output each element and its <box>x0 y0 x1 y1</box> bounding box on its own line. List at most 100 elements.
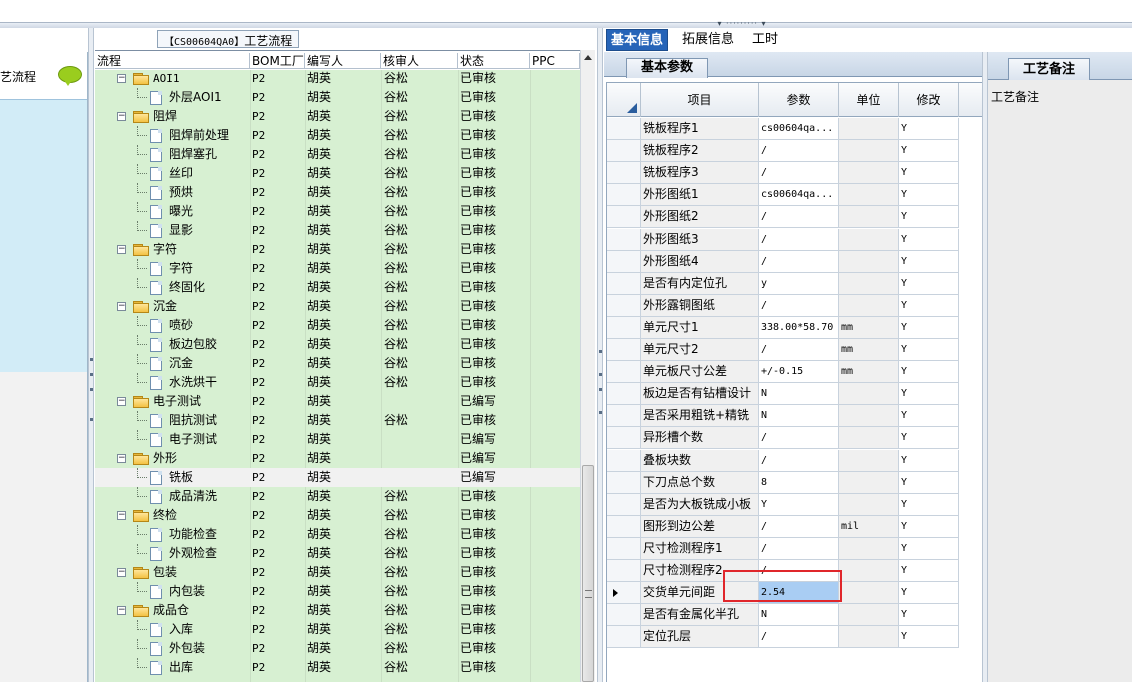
param-modify[interactable]: Y <box>899 604 959 627</box>
params-row[interactable]: 单元尺寸1 338.00*58.70 mm Y <box>607 316 983 339</box>
col-header-unit[interactable]: 单位 <box>839 83 899 117</box>
tree-row[interactable]: 曝光 P2 胡英 谷松 已审核 <box>95 202 580 221</box>
param-modify[interactable]: Y <box>899 140 959 163</box>
params-row[interactable]: 单元板尺寸公差 +/-0.15 mm Y <box>607 361 983 384</box>
col-header-reviewer[interactable]: 核审人 <box>381 53 458 69</box>
tree-vertical-scrollbar[interactable] <box>580 50 595 682</box>
tree-row[interactable]: 成品清洗 P2 胡英 谷松 已审核 <box>95 487 580 506</box>
tree-row[interactable]: 功能检查 P2 胡英 谷松 已审核 <box>95 525 580 544</box>
param-value[interactable]: / <box>759 449 839 472</box>
params-row[interactable]: 铣板程序3/ Y <box>607 162 983 185</box>
collapse-icon[interactable]: − <box>117 511 126 520</box>
col-header-bom[interactable]: BOM工厂 <box>250 53 305 69</box>
tree-row[interactable]: 水洗烘干 P2 胡英 谷松 已审核 <box>95 373 580 392</box>
params-row[interactable]: 铣板程序1 cs00604qa... Y <box>607 118 983 140</box>
params-row[interactable]: 是否为大板铣成小板 Y Y <box>607 493 983 516</box>
param-modify[interactable]: Y <box>899 162 959 185</box>
params-row[interactable]: 是否有内定位孔 y Y <box>607 272 983 295</box>
param-modify[interactable]: Y <box>899 405 959 428</box>
param-value[interactable]: / <box>759 140 839 163</box>
tree-row[interactable]: − 成品仓 P2 胡英 谷松 已审核 <box>95 601 580 620</box>
param-modify[interactable]: Y <box>899 316 959 339</box>
param-modify[interactable]: Y <box>899 626 959 649</box>
scroll-up-arrow-icon[interactable] <box>584 55 592 60</box>
params-row[interactable]: 是否有金属化半孔 N Y <box>607 604 983 627</box>
tree-row[interactable]: 喷砂 P2 胡英 谷松 已审核 <box>95 316 580 335</box>
param-modify[interactable]: Y <box>899 228 959 251</box>
param-modify[interactable]: Y <box>899 449 959 472</box>
row-indicator[interactable] <box>607 294 641 317</box>
param-value[interactable]: +/-0.15 <box>759 361 839 384</box>
middle-splitter[interactable] <box>597 28 603 682</box>
param-modify[interactable]: Y <box>899 493 959 516</box>
param-value[interactable]: 8 <box>759 471 839 494</box>
param-modify[interactable]: Y <box>899 471 959 494</box>
row-indicator[interactable] <box>607 493 641 516</box>
tree-row[interactable]: 阻焊前处理 P2 胡英 谷松 已审核 <box>95 126 580 145</box>
param-modify[interactable]: Y <box>899 272 959 295</box>
row-indicator[interactable] <box>607 316 641 339</box>
param-value[interactable]: N <box>759 604 839 627</box>
params-row[interactable]: 叠板块数 / Y <box>607 449 983 472</box>
speech-bubble-icon[interactable] <box>58 66 82 86</box>
row-indicator[interactable] <box>607 582 641 605</box>
row-indicator[interactable] <box>607 604 641 627</box>
params-row[interactable]: 外形图纸1 cs00604qa... Y <box>607 184 983 207</box>
param-modify[interactable]: Y <box>899 361 959 384</box>
row-indicator[interactable] <box>607 537 641 560</box>
scrollbar-thumb[interactable] <box>582 465 594 682</box>
tab-basic-params[interactable]: 基本参数 <box>626 58 708 78</box>
collapse-icon[interactable]: − <box>117 112 126 121</box>
param-modify[interactable]: Y <box>899 582 959 605</box>
tree-row[interactable]: 电子测试 P2 胡英 已编写 <box>95 430 580 449</box>
param-value[interactable]: / <box>759 339 839 361</box>
collapse-icon[interactable]: − <box>117 74 126 83</box>
tree-row[interactable]: 显影 P2 胡英 谷松 已审核 <box>95 221 580 240</box>
param-value[interactable]: / <box>759 294 839 317</box>
param-modify[interactable]: Y <box>899 560 959 582</box>
tree-row[interactable]: 外层AOI1 P2 胡英 谷松 已审核 <box>95 88 580 107</box>
param-modify[interactable]: Y <box>899 537 959 560</box>
col-header-item[interactable]: 项目 <box>641 83 759 117</box>
tab-work-hours[interactable]: 工时 <box>748 29 782 51</box>
param-value[interactable]: N <box>759 405 839 428</box>
param-value[interactable]: / <box>759 250 839 273</box>
param-modify[interactable]: Y <box>899 294 959 317</box>
tree-row[interactable]: − 阻焊 P2 胡英 谷松 已审核 <box>95 107 580 126</box>
params-row[interactable]: 外形图纸3/ Y <box>607 228 983 251</box>
tree-row[interactable]: 内包装 P2 胡英 谷松 已审核 <box>95 582 580 601</box>
param-modify[interactable]: Y <box>899 427 959 450</box>
tree-row[interactable]: 外观检查 P2 胡英 谷松 已审核 <box>95 544 580 563</box>
tab-basic-info[interactable]: 基本信息 <box>606 29 669 51</box>
params-row[interactable]: 异形槽个数 / Y <box>607 427 983 450</box>
collapse-icon[interactable]: − <box>117 245 126 254</box>
tab-extended-info[interactable]: 拓展信息 <box>678 29 738 51</box>
tree-row[interactable]: 阻抗测试 P2 胡英 谷松 已审核 <box>95 411 580 430</box>
param-value[interactable]: 338.00*58.70 <box>759 316 839 339</box>
params-row[interactable]: 定位孔层 / Y <box>607 626 983 649</box>
params-row[interactable]: 外形图纸4/ Y <box>607 250 983 273</box>
collapse-icon[interactable]: − <box>117 568 126 577</box>
row-indicator[interactable] <box>607 427 641 450</box>
tree-row[interactable]: 阻焊塞孔 P2 胡英 谷松 已审核 <box>95 145 580 164</box>
param-value[interactable]: N <box>759 383 839 406</box>
param-modify[interactable]: Y <box>899 118 959 140</box>
tree-row[interactable]: − 包装 P2 胡英 谷松 已审核 <box>95 563 580 582</box>
grid-corner[interactable] <box>607 83 641 117</box>
param-value[interactable]: Y <box>759 493 839 516</box>
params-row[interactable]: 板边是否有钻槽设计 N Y <box>607 383 983 406</box>
col-header-writer[interactable]: 编写人 <box>305 53 381 69</box>
row-indicator[interactable] <box>607 339 641 361</box>
left-splitter[interactable] <box>88 28 94 682</box>
row-indicator[interactable] <box>607 140 641 163</box>
params-row[interactable]: 外形露铜图纸 / Y <box>607 294 983 317</box>
tree-row[interactable]: 预烘 P2 胡英 谷松 已审核 <box>95 183 580 202</box>
row-indicator[interactable] <box>607 515 641 538</box>
col-header-status[interactable]: 状态 <box>458 53 530 69</box>
tree-row[interactable]: 外包装 P2 胡英 谷松 已审核 <box>95 639 580 658</box>
param-value[interactable]: / <box>759 162 839 185</box>
param-modify[interactable]: Y <box>899 515 959 538</box>
row-indicator[interactable] <box>607 206 641 229</box>
params-row[interactable]: 尺寸检测程序1/ Y <box>607 537 983 560</box>
row-indicator[interactable] <box>607 162 641 185</box>
